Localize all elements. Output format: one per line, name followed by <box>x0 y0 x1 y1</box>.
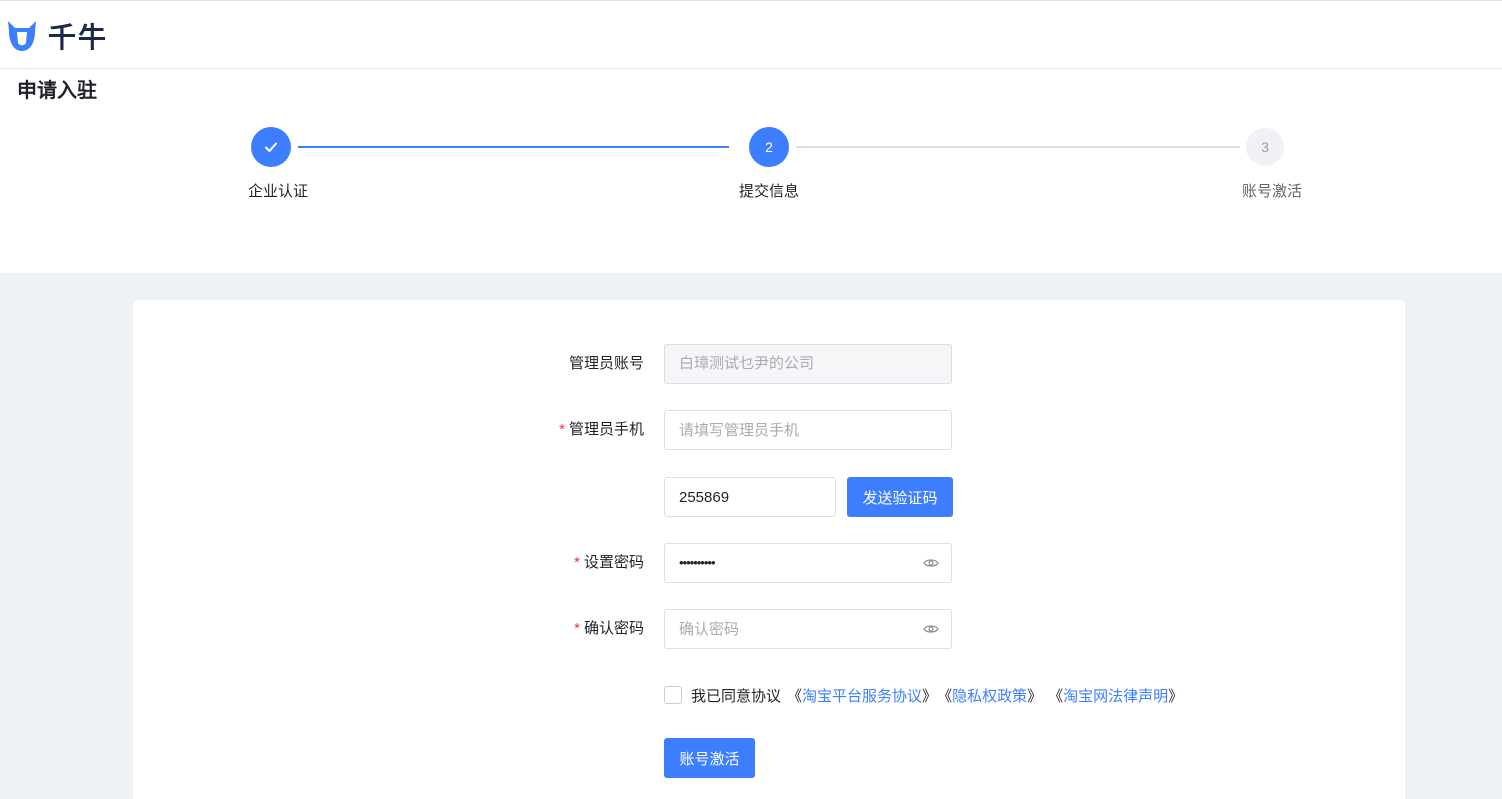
eye-icon[interactable] <box>923 622 939 636</box>
row-verify-code: 发送验证码 <box>133 477 1405 517</box>
bracket-close: 》 <box>1027 687 1043 705</box>
step-1-circle <box>251 127 291 167</box>
password-label: * 设置密码 <box>574 543 644 583</box>
activate-account-button[interactable]: 账号激活 <box>664 738 755 778</box>
check-icon <box>265 142 277 152</box>
admin-phone-input[interactable] <box>664 410 952 450</box>
step-1 <box>251 127 291 167</box>
step-2-label: 提交信息 <box>738 183 800 200</box>
bracket-close: 》 <box>922 687 938 705</box>
link-service-agreement[interactable]: 淘宝平台服务协议 <box>802 685 922 706</box>
row-confirm-password: * 确认密码 <box>133 609 1405 649</box>
admin-phone-label-text: 管理员手机 <box>568 421 644 438</box>
step-3-label: 账号激活 <box>1241 183 1303 200</box>
step-connector-2 <box>796 146 1240 148</box>
bracket-open: 《 <box>787 687 803 705</box>
row-admin-phone: * 管理员手机 <box>133 410 1405 450</box>
admin-phone-label: * 管理员手机 <box>559 410 644 450</box>
form-card: 管理员账号 白璋测试乜尹的公司 *管理员手机 发送验证码 *设置密码 •••••… <box>133 300 1405 799</box>
confirm-password-label-text: 确认密码 <box>583 620 644 637</box>
admin-account-label: 管理员账号 <box>569 344 644 384</box>
verify-code-input[interactable] <box>664 477 836 517</box>
bracket-open: 《 <box>937 687 953 705</box>
bracket-close: 》 <box>1168 687 1184 705</box>
bracket-open: 《 <box>1048 687 1064 705</box>
agreement-prefix: 我已同意协议 <box>691 687 782 705</box>
row-password: * 设置密码 •••••••••• <box>133 543 1405 583</box>
page-root: 千牛 申请入驻 企业认证 2 提交信息 3 账号激活 管理员账号 白璋测试乜尹的… <box>0 0 1502 799</box>
step-3-circle: 3 <box>1246 128 1284 166</box>
admin-account-input: 白璋测试乜尹的公司 <box>664 344 952 384</box>
eye-icon[interactable] <box>923 556 939 570</box>
row-admin-account: 管理员账号 白璋测试乜尹的公司 <box>133 344 1405 384</box>
logo-text: 千牛 <box>48 21 109 54</box>
link-privacy-policy[interactable]: 隐私权政策 <box>952 685 1027 706</box>
send-code-button[interactable]: 发送验证码 <box>847 477 953 517</box>
required-mark: * <box>574 554 580 571</box>
confirm-password-label: * 确认密码 <box>574 609 644 649</box>
top-bar: 千牛 <box>0 0 1502 69</box>
admin-account-label-text: 管理员账号 <box>568 355 644 372</box>
page-title: 申请入驻 <box>17 78 97 102</box>
step-1-label: 企业认证 <box>247 183 309 200</box>
agreement-checkbox[interactable] <box>664 686 682 704</box>
step-2-circle: 2 <box>749 127 789 167</box>
agreement-row: 我已同意协议 《淘宝平台服务协议》《隐私权政策》《淘宝网法律声明》 <box>664 684 1183 706</box>
password-input[interactable]: •••••••••• <box>664 543 952 583</box>
step-2: 2 <box>749 127 789 167</box>
confirm-password-input[interactable] <box>664 609 952 649</box>
step-3: 3 <box>1246 128 1284 166</box>
required-mark: * <box>574 620 580 637</box>
required-mark: * <box>559 421 565 438</box>
logo[interactable]: 千牛 <box>6 19 109 54</box>
link-legal-statement[interactable]: 淘宝网法律声明 <box>1063 685 1168 706</box>
step-connector-1 <box>298 146 729 148</box>
steps-section: 申请入驻 企业认证 2 提交信息 3 账号激活 <box>0 69 1502 273</box>
password-label-text: 设置密码 <box>583 554 644 571</box>
qianniu-bull-icon <box>8 21 36 51</box>
